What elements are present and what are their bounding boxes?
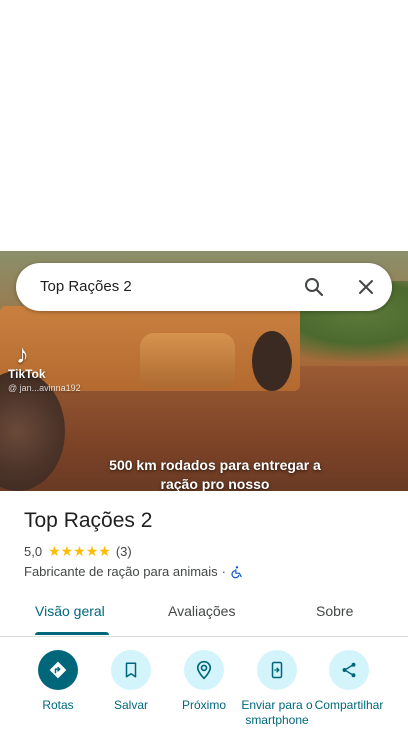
save-button[interactable]: Salvar [91,650,171,713]
send-to-phone-label: Enviar para o smartphone [241,698,313,727]
tiktok-username: @ jan...avinna192 [8,383,81,393]
place-title: Top Rações 2 [24,509,153,532]
bookmark-icon [125,662,137,678]
search-input[interactable]: Top Rações 2 [40,278,132,295]
place-category: Fabricante de ração para animais [24,564,218,579]
directions-label: Rotas [42,698,74,712]
close-icon[interactable] [354,275,378,299]
send-to-phone-button-circle[interactable] [257,650,297,690]
nearby-icon [196,660,212,680]
star-rating-icon: ★★★★★ [48,543,111,559]
photo-caption: 500 km rodados para entregar a ração pro… [109,457,321,491]
separator-dot: · [221,564,227,579]
tab-overview[interactable]: Visão geral [35,603,105,619]
nearby-button-circle[interactable] [184,650,224,690]
save-label: Salvar [113,698,148,712]
tiktok-watermark: ♪ TikTok @ jan...avinna192 [8,341,81,393]
save-button-circle[interactable] [111,650,151,690]
action-row: Rotas Salvar Próximo Enviar para o smart… [0,650,408,742]
wheelchair-icon [231,565,242,578]
search-icon[interactable] [302,275,326,299]
tab-reviews[interactable]: Avaliações [168,603,235,619]
share-button[interactable]: Compartilhar [309,650,389,713]
directions-icon [49,661,67,679]
share-button-circle[interactable] [329,650,369,690]
share-label: Compartilhar [314,698,384,712]
tiktok-icon: ♪ [16,339,29,369]
search-bar[interactable]: Top Rações 2 [16,263,392,311]
rating-value: 5,0 [24,544,43,559]
send-to-phone-icon [271,661,283,679]
directions-button-circle[interactable] [38,650,78,690]
directions-button[interactable]: Rotas [18,650,98,713]
share-icon [342,662,356,678]
nearby-label: Próximo [181,698,226,712]
photo-fuel-tank [140,333,235,388]
send-to-phone-button[interactable]: Enviar para o smartphone [237,650,317,728]
rating-row[interactable]: 5,0 ★★★★★ (3) [24,543,132,560]
nearby-button[interactable]: Próximo [164,650,244,713]
tab-about[interactable]: Sobre [316,603,353,619]
tiktok-watermark-label: TikTok [8,367,46,381]
active-tab-indicator [35,632,109,635]
place-tabs: Visão geral Avaliações Sobre [0,594,408,637]
photo-wheel-rear [252,331,292,391]
category-row: Fabricante de ração para animais · [24,564,244,579]
review-count[interactable]: (3) [116,544,132,559]
